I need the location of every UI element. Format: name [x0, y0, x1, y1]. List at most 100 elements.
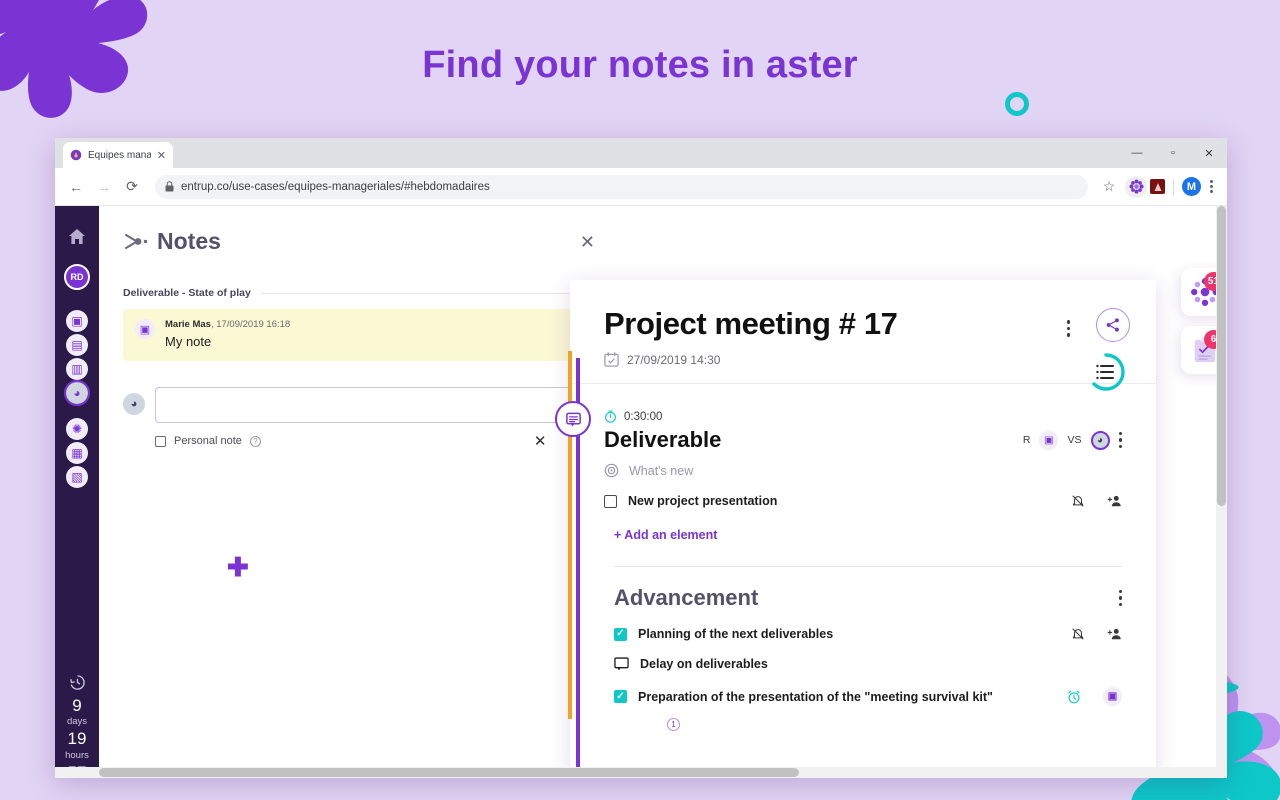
task-checkbox[interactable]	[604, 494, 617, 508]
section-header: Deliverable R ▣ VS ◕	[604, 427, 1122, 453]
aster-logo-icon	[70, 149, 82, 161]
note-item[interactable]: ▣ Marie Mas, 17/09/2019 16:18 My note	[123, 309, 595, 361]
extension-flower-icon[interactable]	[1125, 175, 1147, 198]
window-close-button[interactable]: ✕	[1191, 138, 1227, 168]
notes-close-icon[interactable]: ✕	[580, 233, 595, 251]
task-assignee-robot-avatar[interactable]: ▣	[1103, 687, 1122, 706]
add-note-button[interactable]: ✚	[227, 554, 249, 580]
participant-avatar-photo[interactable]: ◕	[1090, 430, 1110, 450]
share-button[interactable]	[1096, 308, 1130, 342]
section-duration-row: 0:30:00	[604, 410, 1122, 423]
section-placeholder-row[interactable]: What's new	[604, 463, 1122, 478]
profile-avatar[interactable]: M	[1182, 177, 1201, 196]
window-minimize-button[interactable]: —	[1119, 138, 1155, 168]
add-person-icon[interactable]	[1107, 494, 1122, 508]
notes-section-label: Deliverable - State of play	[123, 287, 595, 299]
meeting-card-header: Project meeting # 17 27/09/2019 14:30	[570, 280, 1156, 391]
section-comment-count: 1	[667, 718, 680, 731]
section-duration: 0:30:00	[624, 410, 663, 423]
browser-tab[interactable]: Equipes manage ✕	[63, 142, 173, 168]
stopwatch-icon	[605, 410, 616, 423]
note-input[interactable]	[166, 398, 571, 412]
add-element-button[interactable]: + Add an element	[614, 528, 1122, 542]
composer-avatar: ◕	[123, 393, 145, 415]
personal-note-checkbox[interactable]	[155, 435, 166, 447]
alarm-clock-icon[interactable]	[1067, 690, 1081, 704]
extension-red-icon[interactable]	[1150, 179, 1165, 194]
browser-tab-title: Equipes manage	[88, 149, 151, 161]
rail-user-avatar[interactable]: RD	[64, 264, 90, 290]
reload-button[interactable]: ⟳	[119, 174, 145, 200]
composer-input-box[interactable]	[155, 387, 595, 423]
section-placeholder: What's new	[629, 463, 694, 478]
horizontal-scrollbar-thumb[interactable]	[99, 768, 799, 777]
vertical-scrollbar-thumb[interactable]	[1217, 206, 1226, 506]
tab-close-icon[interactable]: ✕	[157, 149, 166, 162]
personal-note-label: Personal note	[174, 435, 242, 447]
forward-button[interactable]: →	[91, 174, 117, 200]
note-author-avatar: ▣	[135, 319, 155, 339]
address-bar[interactable]: entrup.co/use-cases/equipes-manageriales…	[155, 174, 1088, 199]
task-item[interactable]: Delay on deliverables	[614, 657, 1122, 671]
page-horizontal-scrollbar[interactable]	[55, 767, 1227, 778]
meeting-date: 27/09/2019 14:30	[627, 352, 721, 367]
rail-avatar-robot[interactable]: ▤	[66, 334, 88, 356]
rail-avatar-robot[interactable]: ▦	[66, 442, 88, 464]
home-icon[interactable]	[68, 228, 86, 246]
browser-window: Equipes manage ✕ — ▫ ✕ ← → ⟳ entrup.co/u…	[55, 138, 1227, 778]
mute-bell-icon[interactable]	[1071, 494, 1085, 508]
section-menu-button[interactable]	[1118, 589, 1122, 607]
section-divider	[614, 566, 1122, 567]
meeting-title: Project meeting # 17	[604, 306, 898, 341]
note-composer: ◕	[123, 387, 595, 423]
notes-panel: Notes ✕ Deliverable - State of play ▣ Ma…	[99, 206, 619, 778]
task-actions	[1071, 627, 1122, 641]
task-actions: ▣	[1067, 687, 1122, 706]
notes-logo-icon	[125, 233, 148, 249]
mute-bell-icon[interactable]	[1071, 627, 1085, 641]
participant-avatar-robot[interactable]: ▣	[1039, 430, 1059, 450]
share-icon	[1106, 318, 1119, 332]
task-item[interactable]: New project presentation	[604, 494, 1122, 508]
page-title: Find your notes in aster	[422, 44, 858, 86]
countdown-timer: 9 days 19 hours 57	[55, 674, 99, 778]
window-maximize-button[interactable]: ▫	[1155, 138, 1191, 168]
task-item[interactable]: Preparation of the presentation of the "…	[614, 687, 1122, 706]
target-icon	[604, 463, 619, 478]
rail-avatar-photo-selected[interactable]: ◕	[64, 380, 90, 406]
browser-tabstrip: Equipes manage ✕ — ▫ ✕	[55, 138, 1227, 168]
help-icon[interactable]: ?	[249, 435, 261, 447]
calendar-icon	[604, 352, 619, 367]
task-item[interactable]: Planning of the next deliverables	[614, 627, 1122, 641]
page-vertical-scrollbar[interactable]	[1216, 206, 1227, 778]
rail-avatar-robot[interactable]: ✺	[66, 418, 88, 440]
meeting-card-body: 0:30:00 Deliverable R ▣ VS ◕ What's new …	[570, 384, 1156, 706]
history-clock-icon	[69, 675, 85, 690]
bookmark-star-icon[interactable]: ☆	[1096, 174, 1122, 200]
agenda-list-icon[interactable]	[1086, 352, 1126, 392]
rail-avatar-group-2: ✺ ▦ ▧	[66, 418, 88, 488]
note-body: My note	[165, 334, 212, 349]
meeting-menu-button[interactable]	[1066, 320, 1070, 337]
note-meta-separator: ,	[210, 319, 214, 330]
back-button[interactable]: ←	[63, 174, 89, 200]
section-divider	[260, 292, 595, 294]
section-title: Deliverable	[604, 427, 722, 452]
task-checkbox-checked[interactable]	[614, 690, 627, 703]
meeting-section-deliverable: 0:30:00 Deliverable R ▣ VS ◕ What's new …	[604, 410, 1122, 542]
section-menu-button[interactable]	[1118, 431, 1122, 449]
rail-avatar-robot[interactable]: ▣	[66, 310, 88, 332]
comment-task-icon[interactable]	[614, 657, 629, 671]
note-timestamp: 17/09/2019 16:18	[216, 319, 291, 330]
rail-avatar-group-1: ▣ ▤ ▥ ◕	[64, 310, 90, 406]
rail-avatar-robot[interactable]: ▥	[66, 358, 88, 380]
page-viewport: RD ▣ ▤ ▥ ◕ ✺ ▦ ▧ 9 days 19 hours Notes ✕…	[55, 206, 1227, 778]
add-person-icon[interactable]	[1107, 627, 1122, 641]
participant-initials: R	[1022, 434, 1031, 446]
rail-avatar-robot[interactable]: ▧	[66, 466, 88, 488]
browser-menu-button[interactable]	[1204, 180, 1219, 193]
comment-bubble-node[interactable]	[555, 401, 591, 437]
decorative-teal-ring	[1005, 92, 1029, 116]
task-checkbox-checked[interactable]	[614, 627, 627, 641]
cancel-note-button[interactable]: ✕	[534, 432, 547, 450]
